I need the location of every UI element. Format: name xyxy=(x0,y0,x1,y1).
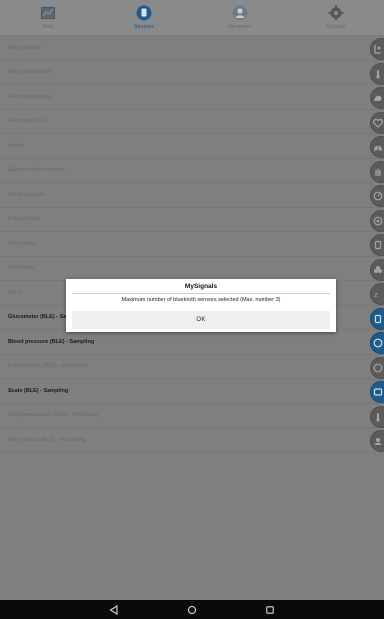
sensor-name: Electromyography xyxy=(8,93,53,100)
sensor-name: Blood pressure xyxy=(8,191,45,198)
sensor-row-airflow[interactable]: Airflow xyxy=(0,134,384,159)
sensor-row-blood-pressure[interactable]: Blood pressure xyxy=(0,183,384,208)
sensor-row-spirometer[interactable]: Spirometer xyxy=(0,257,384,281)
bluetooth-thermometer-icon xyxy=(370,405,384,428)
members-icon xyxy=(231,4,249,22)
sensor-row-body-temperature-ble[interactable]: Body temperature (BLE) - Monitoring xyxy=(0,404,384,428)
svg-text:z: z xyxy=(374,291,378,299)
top-tab-bar: Data Sensors Members Settings xyxy=(0,0,384,36)
pulse-icon xyxy=(370,209,384,232)
sensor-name: Spirometer xyxy=(8,265,35,272)
thermometer-icon xyxy=(370,62,384,85)
body-position-icon xyxy=(370,38,384,60)
sensor-name: Body position xyxy=(8,44,42,51)
settings-icon xyxy=(327,4,345,22)
sensor-name: Scale (BLE) - Sampling xyxy=(8,387,69,394)
tab-label-members: Members xyxy=(228,24,252,30)
bluetooth-scale-icon xyxy=(370,381,384,403)
tab-label-settings: Settings xyxy=(326,24,346,30)
sensor-name: Glucometer xyxy=(8,240,37,247)
sensor-row-heart-rate[interactable]: Heart rate/ECG xyxy=(0,110,384,134)
sensor-row-alarm-button-ble[interactable]: Alarm button (BLE) - Monitoring xyxy=(0,428,384,453)
back-icon[interactable] xyxy=(107,603,121,617)
sensor-row-body-position[interactable]: Body position xyxy=(0,36,384,61)
sensor-row-pulsioximeter[interactable]: Pulsioximeter xyxy=(0,208,384,232)
muscle-icon xyxy=(370,87,384,109)
dialog-message: Maximum number of bluetooth sensors sele… xyxy=(121,297,281,303)
tab-members[interactable]: Members xyxy=(192,0,288,35)
ok-button[interactable]: OK xyxy=(72,311,330,329)
bluetooth-glucometer-icon xyxy=(370,307,384,330)
tab-settings[interactable]: Settings xyxy=(288,0,384,35)
snore-icon: z xyxy=(370,283,384,305)
sensor-name: Body temperature xyxy=(8,69,52,76)
sensor-name: Blood pressure (BLE) - Sampling xyxy=(8,338,95,345)
bluetooth-alarm-icon xyxy=(370,430,384,452)
sensor-row-body-temperature[interactable]: Body temperature xyxy=(0,61,384,85)
tab-data[interactable]: Data xyxy=(0,0,96,35)
spirometer-icon xyxy=(370,258,384,281)
sensor-row-electromyography[interactable]: Electromyography xyxy=(0,85,384,110)
sensor-name: Heart rate/ECG xyxy=(8,118,46,125)
lungs-icon xyxy=(370,136,384,158)
sensor-name: Alarm button (BLE) - Monitoring xyxy=(8,436,86,443)
data-icon xyxy=(39,4,57,22)
alert-dialog: MySignals Maximum number of bluetooth se… xyxy=(66,279,336,332)
heart-icon xyxy=(370,111,384,134)
sensor-name: Body temperature (BLE) - Monitoring xyxy=(8,412,98,419)
sensor-row-galvanic[interactable]: Galvanic skin response xyxy=(0,159,384,183)
sensor-name: Airflow xyxy=(8,142,25,149)
sensor-row-pulsioximeter-ble[interactable]: Pulsioximeter (BLE) - Monitoring xyxy=(0,355,384,379)
recents-icon[interactable] xyxy=(263,603,277,617)
home-icon[interactable] xyxy=(185,603,199,617)
sensor-name: Pulsioximeter (BLE) - Monitoring xyxy=(8,363,88,370)
dialog-title: MySignals xyxy=(184,283,218,290)
pressure-gauge-icon xyxy=(370,185,384,207)
hand-icon xyxy=(370,160,384,183)
tab-sensors[interactable]: Sensors xyxy=(96,0,192,35)
glucometer-icon xyxy=(370,234,384,256)
tab-label-data: Data xyxy=(42,24,54,30)
sensor-row-glucometer[interactable]: Glucometer xyxy=(0,232,384,257)
sensors-icon xyxy=(135,4,153,22)
sensor-name: Pulsioximeter xyxy=(8,216,42,223)
sensor-name: Galvanic skin response xyxy=(8,167,65,174)
system-navigation-bar xyxy=(0,600,384,619)
bluetooth-pulse-icon xyxy=(370,356,384,379)
bluetooth-pressure-icon xyxy=(370,332,384,354)
tab-label-sensors: Sensors xyxy=(134,24,154,30)
sensor-row-scale-ble[interactable]: Scale (BLE) - Sampling xyxy=(0,379,384,404)
sensor-row-blood-pressure-ble[interactable]: Blood pressure (BLE) - Sampling xyxy=(0,330,384,355)
